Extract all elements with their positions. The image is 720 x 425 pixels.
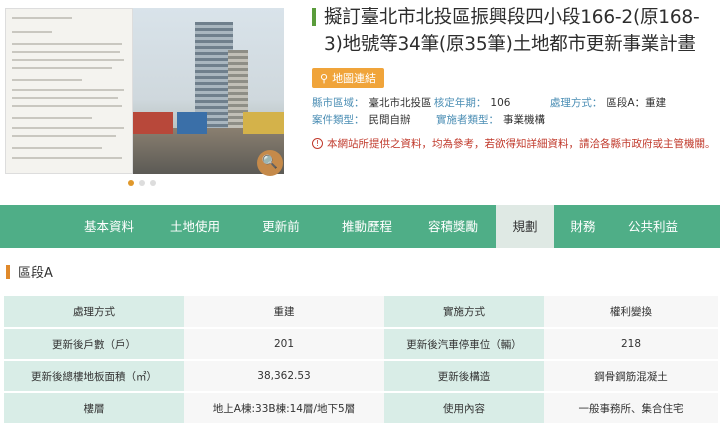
meta-key: 案件類型： [312,114,365,126]
tab-1[interactable]: 土地使用 [152,205,238,248]
table-value-cell: 一般事務所、集合住宅 [544,392,718,425]
table-row: 樓層 地上A棟:33B棟:14層/地下5層 使用內容 一般事務所、集合住宅 [4,392,718,425]
carousel-dot[interactable] [139,180,145,186]
image-gallery[interactable]: 🔍 [0,0,290,190]
tab-6[interactable]: 財務 [554,205,612,248]
table-value-cell: 地上A棟:33B棟:14層/地下5層 [184,392,384,425]
meta-value: 區段A：重建 [606,97,667,109]
tab-5[interactable]: 規劃 [496,205,554,248]
project-header: 🔍 擬訂臺北市北投區振興段四小段166-2(原168-3)地號等34筆(原35筆… [0,0,720,205]
tab-0[interactable]: 基本資料 [66,205,152,248]
table-row: 更新後戶數（戶） 201 更新後汽車停車位（輛） 218 [4,328,718,361]
tab-7[interactable]: 公共利益 [612,205,694,248]
carousel-dots [128,180,156,186]
meta-key: 處理方式： [549,97,603,109]
meta-value: 106 [490,97,511,109]
table-value-cell: 38,362.53 [184,360,384,393]
section-title: 區段A [18,266,53,281]
carousel-dot[interactable] [150,180,156,186]
table-value-cell: 權利變換 [544,296,718,329]
table-key-cell: 實施方式 [384,296,544,329]
tab-3[interactable]: 推動歷程 [324,205,410,248]
table-value-cell: 218 [544,328,718,361]
table-value-cell: 重建 [184,296,384,329]
meta-value: 事業機構 [503,114,545,126]
plan-table: 處理方式 重建 實施方式 權利變換 更新後戶數（戶） 201 更新後汽車停車位（輛） 218 更… [4,296,718,425]
table-key-cell: 樓層 [4,392,184,425]
table-key-cell: 處理方式 [4,296,184,329]
carousel-dot[interactable] [128,180,134,186]
table-key-cell: 使用內容 [384,392,544,425]
section-accent [6,264,10,279]
zoom-icon[interactable]: 🔍 [257,150,283,176]
table-key-cell: 更新後汽車停車位（輛） [384,328,544,361]
meta-key: 核定年期： [433,97,487,109]
title-accent [312,8,316,26]
tab-4[interactable]: 容積獎勵 [410,205,496,248]
map-pin-icon: ⚲ [320,71,329,85]
table-key-cell: 更新後構造 [384,360,544,393]
page-title: 擬訂臺北市北投區振興段四小段166-2(原168-3)地號等34筆(原35筆)土… [324,7,700,55]
disclaimer: ! 本網站所提供之資料，均為參考，若欲得知詳細資料，請洽各縣市政府或主管機關。 [312,136,717,151]
meta-value: 民間自辦 [368,114,411,126]
building-rendering-image [133,8,284,174]
tab-2[interactable]: 更新前 [238,205,324,248]
warning-icon: ! [312,138,323,149]
table-row: 處理方式 重建 實施方式 權利變換 [4,296,718,329]
project-info: 擬訂臺北市北投區振興段四小段166-2(原168-3)地號等34筆(原35筆)土… [312,4,717,151]
map-link-button[interactable]: ⚲ 地圖連結 [312,68,385,88]
disclaimer-text: 本網站所提供之資料，均為參考，若欲得知詳細資料，請洽各縣市政府或主管機關。 [327,138,716,150]
table-key-cell: 更新後戶數（戶） [4,328,184,361]
section-heading: 區段A [6,262,53,281]
table-key-cell: 更新後總樓地板面積（㎡） [4,360,184,393]
table-value-cell: 鋼骨鋼筋混凝土 [544,360,718,393]
meta-value: 臺北市北投區 [368,97,432,109]
plan-document-image [5,8,133,174]
table-value-cell: 201 [184,328,384,361]
tab-bar: 基本資料 土地使用 更新前 推動歷程 容積獎勵 規劃 財務 公共利益 [0,205,720,248]
map-link-label: 地圖連結 [332,72,377,85]
meta-key: 縣市區域： [312,97,365,109]
meta-key: 實施者類型： [436,114,499,126]
project-meta: 縣市區域： 臺北市北投區 核定年期： 106 處理方式： 區段A：重建 案件類型： 民間… [312,95,717,129]
table-row: 更新後總樓地板面積（㎡） 38,362.53 更新後構造 鋼骨鋼筋混凝土 [4,360,718,393]
